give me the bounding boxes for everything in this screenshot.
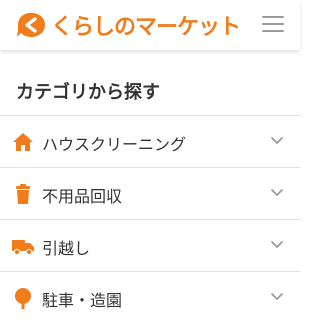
hamburger-menu-icon[interactable] xyxy=(262,15,284,33)
category-list: ハウスクリーニング 不用品回収 引越し 駐車・造園 xyxy=(0,115,300,323)
house-icon xyxy=(12,131,34,153)
section-title: カテゴリから探す xyxy=(16,82,160,103)
menu-bar xyxy=(262,30,284,32)
category-item-house-cleaning[interactable]: ハウスクリーニング xyxy=(0,115,300,167)
logo-mark-icon xyxy=(17,12,45,37)
truck-icon xyxy=(12,235,34,257)
menu-bar xyxy=(262,16,284,18)
category-item-moving[interactable]: 引越し xyxy=(0,219,300,271)
chevron-down-icon xyxy=(270,188,284,198)
menu-bar xyxy=(262,23,284,25)
category-item-junk-removal[interactable]: 不用品回収 xyxy=(0,167,300,219)
category-item-gardening[interactable]: 駐車・造園 xyxy=(0,271,300,323)
category-label: ハウスクリーニング xyxy=(42,135,187,154)
header: くらしのマーケット xyxy=(0,0,300,50)
chevron-down-icon xyxy=(270,136,284,146)
logo-text: くらしのマーケット xyxy=(51,15,241,40)
chevron-down-icon xyxy=(270,240,284,250)
category-label: 駐車・造園 xyxy=(42,291,123,310)
tree-icon xyxy=(12,287,34,309)
category-label: 不用品回収 xyxy=(42,187,123,206)
category-label: 引越し xyxy=(42,239,91,258)
logo[interactable]: くらしのマーケット xyxy=(14,8,241,42)
trash-icon xyxy=(12,183,34,205)
